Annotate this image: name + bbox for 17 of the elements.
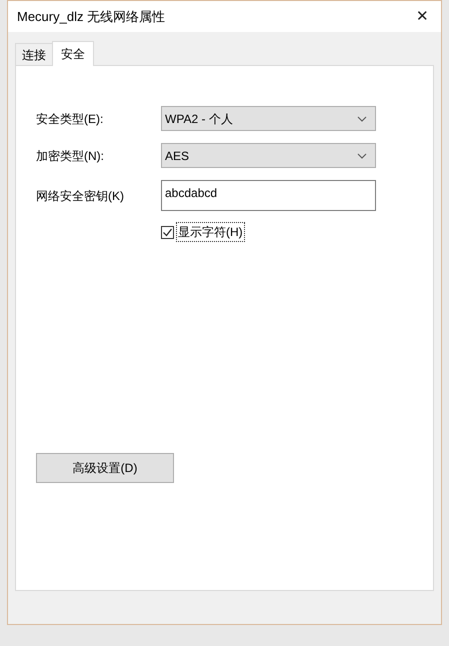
dropdown[interactable]: WPA2 - 个人 xyxy=(161,106,376,131)
chevron-down-icon xyxy=(357,116,367,122)
field-label: 加密类型(N): xyxy=(36,148,105,164)
advanced-settings-button[interactable]: 高级设置(D) xyxy=(36,453,174,483)
tab[interactable]: 连接 xyxy=(15,43,52,65)
input-field[interactable]: abcdabcd xyxy=(161,180,376,211)
dropdown-value: WPA2 - 个人 xyxy=(165,110,233,128)
field-label: 安全类型(E): xyxy=(36,110,104,128)
close-button[interactable]: ✕ xyxy=(412,9,433,24)
field-label: 网络安全密钥(K) xyxy=(36,188,125,204)
checkbox-label: 显示字符(H) xyxy=(176,222,245,242)
dropdown[interactable]: AES xyxy=(161,143,376,168)
checkbox[interactable] xyxy=(161,226,174,238)
window-title: Mecury_dlz 无线网络属性 xyxy=(17,8,166,26)
dropdown-value: AES xyxy=(165,148,190,164)
tab[interactable]: 安全 xyxy=(52,41,94,66)
chevron-down-icon xyxy=(357,152,367,158)
